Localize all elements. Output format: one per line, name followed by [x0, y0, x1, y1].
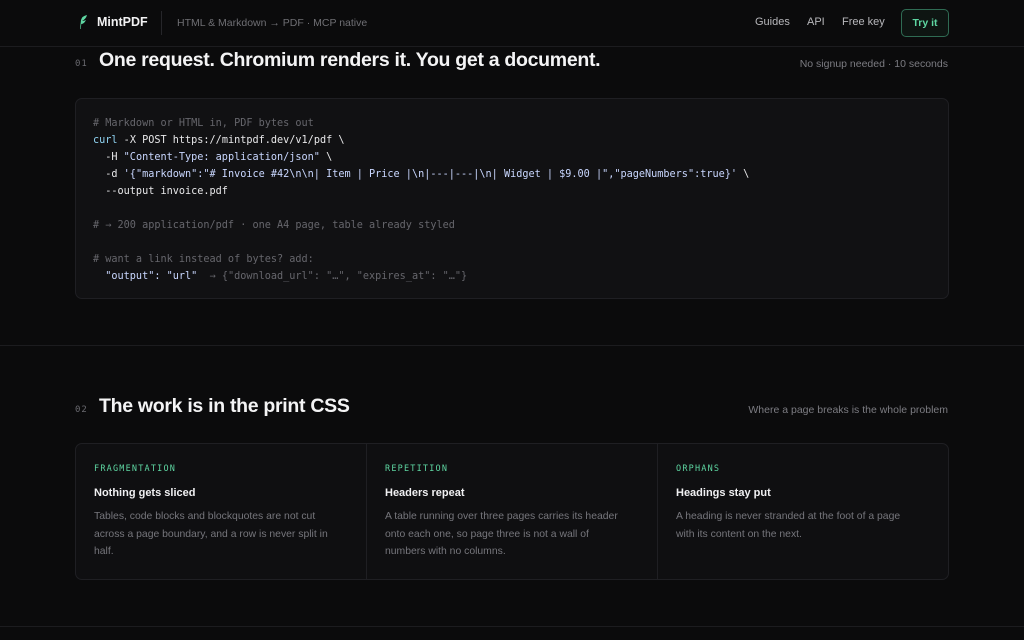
feature-title: Nothing gets sliced	[94, 487, 196, 499]
section-divider	[0, 345, 1024, 346]
section-divider	[0, 626, 1024, 627]
feature-card: ORPHANS Headings stay put A heading is n…	[658, 444, 948, 579]
code-text: -d	[93, 169, 124, 180]
top-nav: MintPDF HTML & Markdown → PDF · MCP nati…	[0, 0, 1024, 47]
section-number: 01	[75, 59, 88, 69]
try-it-button[interactable]: Try it	[901, 9, 949, 37]
code-comment: # Markdown or HTML in, PDF bytes out	[93, 118, 314, 129]
brand-name: MintPDF	[97, 15, 148, 29]
nav-tagline: HTML & Markdown → PDF · MCP native	[177, 17, 368, 29]
section-title: One request. Chromium renders it. You ge…	[99, 49, 601, 71]
code-string: '{"markdown":"# Invoice #42\n\n| Item | …	[123, 169, 738, 180]
brand-logo[interactable]: MintPDF	[77, 14, 148, 30]
code-text: -H	[93, 152, 124, 163]
nav-divider	[161, 11, 162, 35]
feature-grid: FRAGMENTATION Nothing gets sliced Tables…	[75, 443, 949, 580]
nav-link-guides[interactable]: Guides	[755, 16, 790, 28]
code-comment: → {"download_url": "…", "expires_at": "……	[197, 271, 468, 282]
feature-card: FRAGMENTATION Nothing gets sliced Tables…	[76, 444, 367, 579]
code-text: --output invoice.pdf	[93, 186, 228, 197]
code-comment: # → 200 application/pdf · one A4 page, t…	[93, 220, 455, 231]
feature-body: Tables, code blocks and blockquotes are …	[94, 511, 328, 557]
nav-link-free-key[interactable]: Free key	[842, 16, 885, 28]
feature-body: A table running over three pages carries…	[385, 511, 618, 557]
section-note: No signup needed · 10 seconds	[799, 58, 948, 70]
code-command: curl	[93, 135, 118, 146]
code-text: -X POST https://mintpdf.dev/v1/pdf \	[117, 135, 345, 146]
feature-tag: ORPHANS	[676, 464, 721, 474]
feature-card: REPETITION Headers repeat A table runnin…	[367, 444, 658, 579]
nav-link-api[interactable]: API	[807, 16, 825, 28]
feature-title: Headings stay put	[676, 487, 771, 499]
code-text: \	[737, 169, 750, 180]
section-note: Where a page breaks is the whole problem	[748, 404, 948, 416]
feature-title: Headers repeat	[385, 487, 465, 499]
leaf-icon	[80, 15, 87, 29]
feature-tag: FRAGMENTATION	[94, 464, 177, 474]
code-comment: # want a link instead of bytes? add:	[93, 254, 314, 265]
code-example: # Markdown or HTML in, PDF bytes out cur…	[75, 98, 949, 299]
code-string: "Content-Type: application/json"	[123, 152, 320, 163]
section-title: The work is in the print CSS	[99, 395, 350, 417]
code-block: # Markdown or HTML in, PDF bytes out cur…	[93, 115, 749, 285]
section-number: 02	[75, 405, 88, 415]
feature-tag: REPETITION	[385, 464, 449, 474]
code-text: \	[319, 152, 333, 163]
code-string: "output": "url"	[93, 271, 198, 282]
feature-body: A heading is never stranded at the foot …	[676, 511, 901, 540]
